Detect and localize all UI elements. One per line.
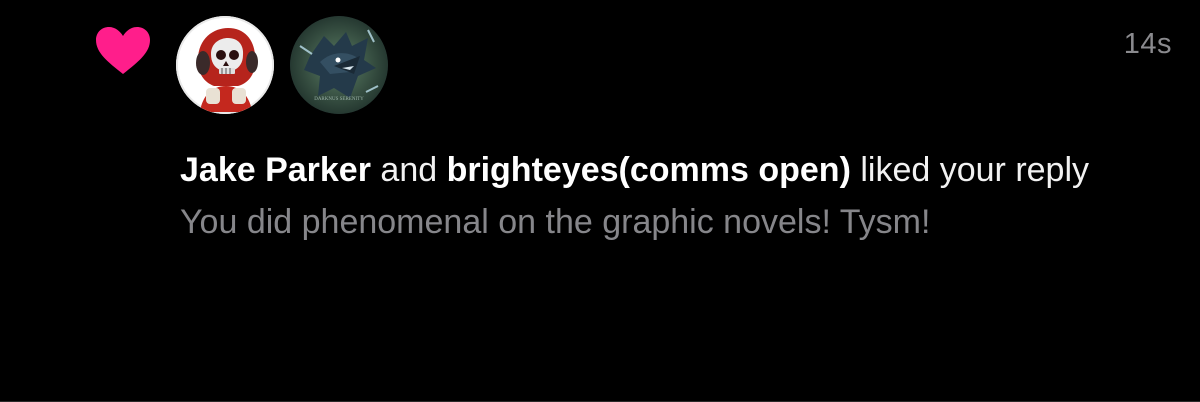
reply-preview[interactable]: You did phenomenal on the graphic novels… bbox=[180, 200, 1080, 244]
avatar-brighteyes[interactable]: DARKNUS SERENITY bbox=[290, 16, 388, 114]
avatar-jake-parker[interactable] bbox=[176, 16, 274, 114]
action-text: liked your reply bbox=[860, 151, 1090, 189]
skull-astronaut-avatar-icon bbox=[178, 18, 272, 112]
notification-headline: Jake Parker and brighteyes(comms open) l… bbox=[180, 148, 1180, 192]
user-link-jake-parker[interactable]: Jake Parker bbox=[180, 151, 371, 189]
avatar-caption: DARKNUS SERENITY bbox=[314, 97, 364, 102]
connector-text: and bbox=[380, 151, 438, 189]
dark-dragon-avatar-icon: DARKNUS SERENITY bbox=[290, 16, 388, 114]
like-notification[interactable]: DARKNUS SERENITY 14s Jake Parker and bri… bbox=[0, 0, 1200, 402]
timestamp: 14s bbox=[1123, 28, 1172, 60]
notification-message: Jake Parker and brighteyes(comms open) l… bbox=[180, 148, 1180, 244]
user-link-brighteyes[interactable]: brighteyes(comms open) bbox=[447, 151, 851, 189]
heart-icon bbox=[96, 27, 150, 74]
